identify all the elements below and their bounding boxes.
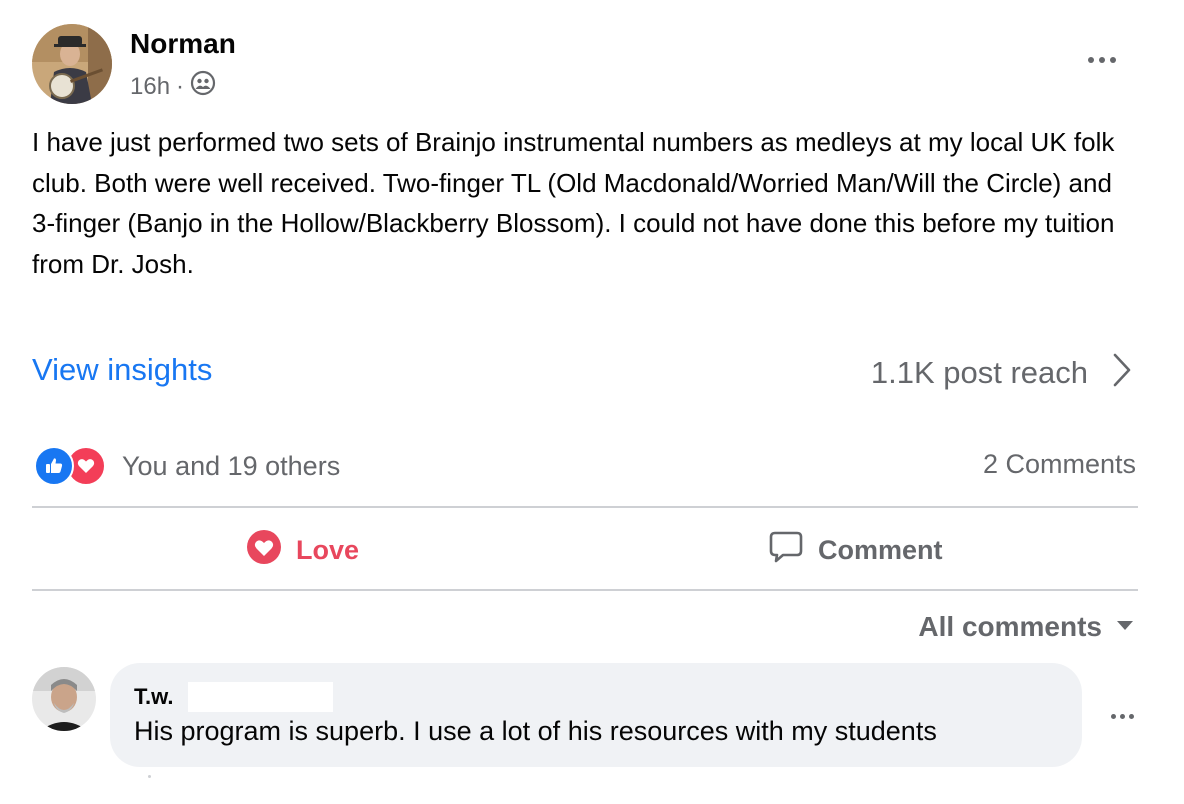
comment-more-options-icon[interactable] xyxy=(1104,706,1140,726)
comment-bubble-icon xyxy=(768,529,804,572)
post-text: I have just performed two sets of Brainj… xyxy=(32,127,1115,279)
divider xyxy=(32,506,1138,508)
post-author-name[interactable]: Norman xyxy=(130,28,236,60)
post-reach-text: 1.1K post reach xyxy=(870,354,1088,390)
author-avatar[interactable] xyxy=(32,24,112,104)
love-heart-icon xyxy=(246,529,282,572)
post-more-options-icon[interactable] xyxy=(1082,46,1122,74)
reactions-text: You and 19 others xyxy=(122,450,341,481)
caret-down-icon xyxy=(1116,618,1134,636)
reactions-summary[interactable]: You and 19 others xyxy=(34,446,340,486)
chevron-right-icon xyxy=(1112,352,1132,393)
comment-button-label: Comment xyxy=(818,534,943,565)
meta-separator: · xyxy=(176,72,185,100)
comment-text: His program is superb. I use a lot of hi… xyxy=(134,716,937,746)
comment-bubble xyxy=(110,663,1082,767)
post-meta: 16h · xyxy=(130,70,216,103)
love-button-label: Love xyxy=(296,534,360,565)
scroll-indicator-dot xyxy=(148,775,151,778)
comment-button[interactable]: Comment xyxy=(768,530,943,570)
commenter-avatar[interactable] xyxy=(32,667,96,731)
view-insights-link[interactable]: View insights xyxy=(32,352,212,388)
all-comments-label: All comments xyxy=(918,611,1102,642)
like-icon xyxy=(34,446,74,486)
friends-icon[interactable] xyxy=(190,70,216,103)
all-comments-dropdown[interactable]: All comments xyxy=(918,611,1134,643)
redacted-name-block xyxy=(188,682,333,712)
commenter-name[interactable]: T.w. xyxy=(134,684,174,710)
post-time[interactable]: 16h xyxy=(130,73,170,101)
comments-count[interactable]: 2 Comments xyxy=(983,449,1136,480)
post-reach-button[interactable]: 1.1K post reach xyxy=(871,352,1132,393)
divider xyxy=(32,589,1138,591)
love-button[interactable]: Love xyxy=(246,529,360,572)
